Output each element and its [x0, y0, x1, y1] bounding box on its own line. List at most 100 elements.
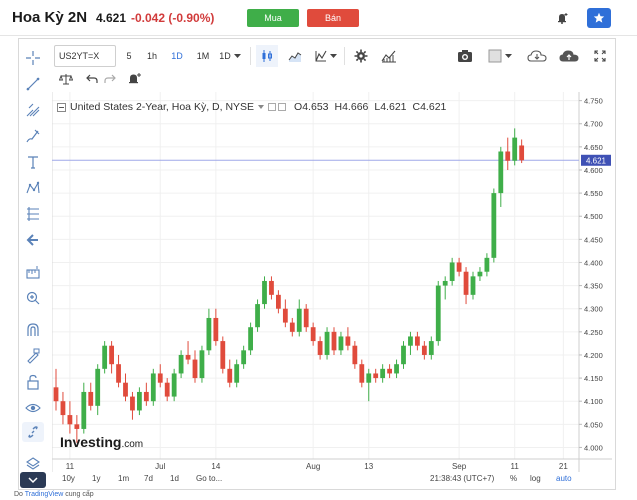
studies-icon — [381, 50, 396, 63]
candle-body — [137, 391, 142, 411]
interval-5[interactable]: 5 — [120, 45, 138, 67]
top-header: Hoa Kỳ 2N 4.621 -0.042 (-0.90%) Mua Bán — [0, 0, 637, 36]
candle-body — [88, 391, 94, 406]
lock-tool[interactable] — [22, 372, 44, 392]
redo-button[interactable] — [102, 68, 118, 90]
candle-body — [227, 368, 233, 383]
range-1m[interactable]: 1m — [118, 474, 129, 483]
alert-icon — [129, 73, 141, 84]
back-tool[interactable] — [22, 230, 44, 250]
sell-button[interactable]: Bán — [307, 9, 359, 27]
arrow-left-icon — [26, 234, 38, 246]
candle-body — [394, 364, 399, 374]
y-tick-label: 4.750 — [584, 97, 603, 106]
studies-button[interactable] — [378, 45, 400, 67]
candle-body — [477, 271, 483, 277]
compare-button[interactable] — [56, 68, 76, 90]
lock-drawing-tool[interactable] — [22, 346, 44, 366]
candle-body — [234, 364, 240, 383]
interval-dropdown[interactable]: 1D — [218, 45, 242, 67]
undo-button[interactable] — [84, 68, 100, 90]
candle-body — [470, 276, 476, 295]
area-style-button[interactable] — [284, 45, 306, 67]
candle-body — [296, 308, 302, 332]
range-7d[interactable]: 7d — [144, 474, 153, 483]
x-tick-label: 11 — [66, 462, 75, 471]
y-tick-label: 4.450 — [584, 235, 603, 244]
legend-settings-icon[interactable] — [268, 103, 287, 111]
create-alert-button[interactable] — [124, 68, 144, 90]
visibility-tool[interactable] — [22, 398, 44, 418]
candle-body — [289, 322, 295, 332]
go-to-date-button[interactable]: Go to... — [196, 474, 222, 483]
toolbar-divider — [250, 47, 251, 65]
y-tick-label: 4.250 — [584, 328, 603, 337]
x-tick-label: 21 — [559, 462, 568, 471]
save-chart-button[interactable] — [556, 45, 582, 67]
pitchfork-tool[interactable] — [22, 100, 44, 120]
trend-line-tool[interactable] — [22, 74, 44, 94]
interval-1h[interactable]: 1h — [142, 45, 162, 67]
interval-1m[interactable]: 1M — [192, 45, 214, 67]
pattern-tool[interactable] — [22, 178, 44, 198]
range-1y[interactable]: 1y — [92, 474, 100, 483]
y-tick-label: 4.150 — [584, 374, 603, 383]
collapse-toolbar-button[interactable] — [20, 472, 46, 488]
watchlist-star-button[interactable] — [587, 8, 611, 28]
candle-body — [421, 345, 427, 355]
candle-body — [359, 364, 365, 383]
candle-body — [428, 341, 434, 355]
last-price: 4.621 — [96, 11, 127, 25]
range-1d[interactable]: 1d — [170, 474, 179, 483]
add-alert-button[interactable] — [550, 8, 574, 28]
zoom-tool[interactable] — [22, 288, 44, 308]
price-chart[interactable]: 4.750 4.700 4.650 4.600 4.550 4.500 4.450 4.400… — [52, 92, 612, 472]
candle-body — [60, 401, 66, 416]
candles-style-button[interactable] — [256, 45, 278, 67]
layers-tool[interactable] — [22, 454, 44, 474]
fib-tool[interactable] — [22, 204, 44, 224]
measure-tool[interactable] — [22, 262, 44, 282]
footer-suffix: cung cấp — [63, 491, 94, 498]
indicators-button[interactable] — [312, 45, 338, 67]
indicators-icon — [314, 50, 326, 62]
trend-line-icon — [26, 77, 40, 91]
chevron-down-icon[interactable] — [258, 105, 265, 109]
color-picker-button[interactable] — [484, 45, 516, 67]
magnet-tool[interactable] — [22, 320, 44, 340]
log-scale-toggle[interactable]: log — [530, 474, 541, 483]
candle-body — [463, 271, 469, 295]
interval-1d[interactable]: 1D — [166, 45, 188, 67]
chevron-down-icon — [505, 53, 512, 58]
chart-toolbar: US2YT=X 5 1h 1D 1M 1D — [52, 45, 612, 67]
link-tool[interactable] — [22, 422, 44, 442]
tradingview-link[interactable]: TradingView — [25, 491, 64, 498]
y-tick-label: 4.700 — [584, 120, 603, 129]
symbol-search-input[interactable]: US2YT=X — [54, 45, 116, 67]
screenshot-button[interactable] — [454, 45, 476, 67]
buy-button[interactable]: Mua — [247, 9, 299, 27]
candle-body — [185, 354, 191, 360]
fullscreen-button[interactable] — [590, 45, 610, 67]
range-10y[interactable]: 10y — [62, 474, 75, 483]
candle-body — [74, 424, 80, 429]
auto-scale-toggle[interactable]: auto — [556, 474, 572, 483]
text-tool[interactable] — [22, 152, 44, 172]
clock-readout: 21:38:43 (UTC+7) — [430, 474, 495, 483]
investing-watermark: Investing.com — [60, 434, 143, 450]
percent-scale-toggle[interactable]: % — [510, 474, 517, 483]
legend-open: O4.653 — [294, 101, 329, 113]
candle-body — [324, 331, 330, 355]
crosshair-tool[interactable] — [22, 48, 44, 68]
candle-body — [456, 262, 462, 272]
time-axis: 11 Jul 14 Aug 13 Sep 11 21 — [66, 462, 569, 471]
candle-body — [192, 359, 198, 379]
eye-icon — [25, 403, 41, 413]
collapse-legend-icon[interactable] — [57, 102, 66, 112]
load-chart-button[interactable] — [524, 45, 550, 67]
settings-button[interactable] — [350, 45, 372, 67]
brush-tool[interactable] — [22, 126, 44, 146]
candle-body — [373, 373, 379, 379]
candle-body — [380, 368, 386, 379]
legend-low: L4.621 — [374, 101, 407, 113]
